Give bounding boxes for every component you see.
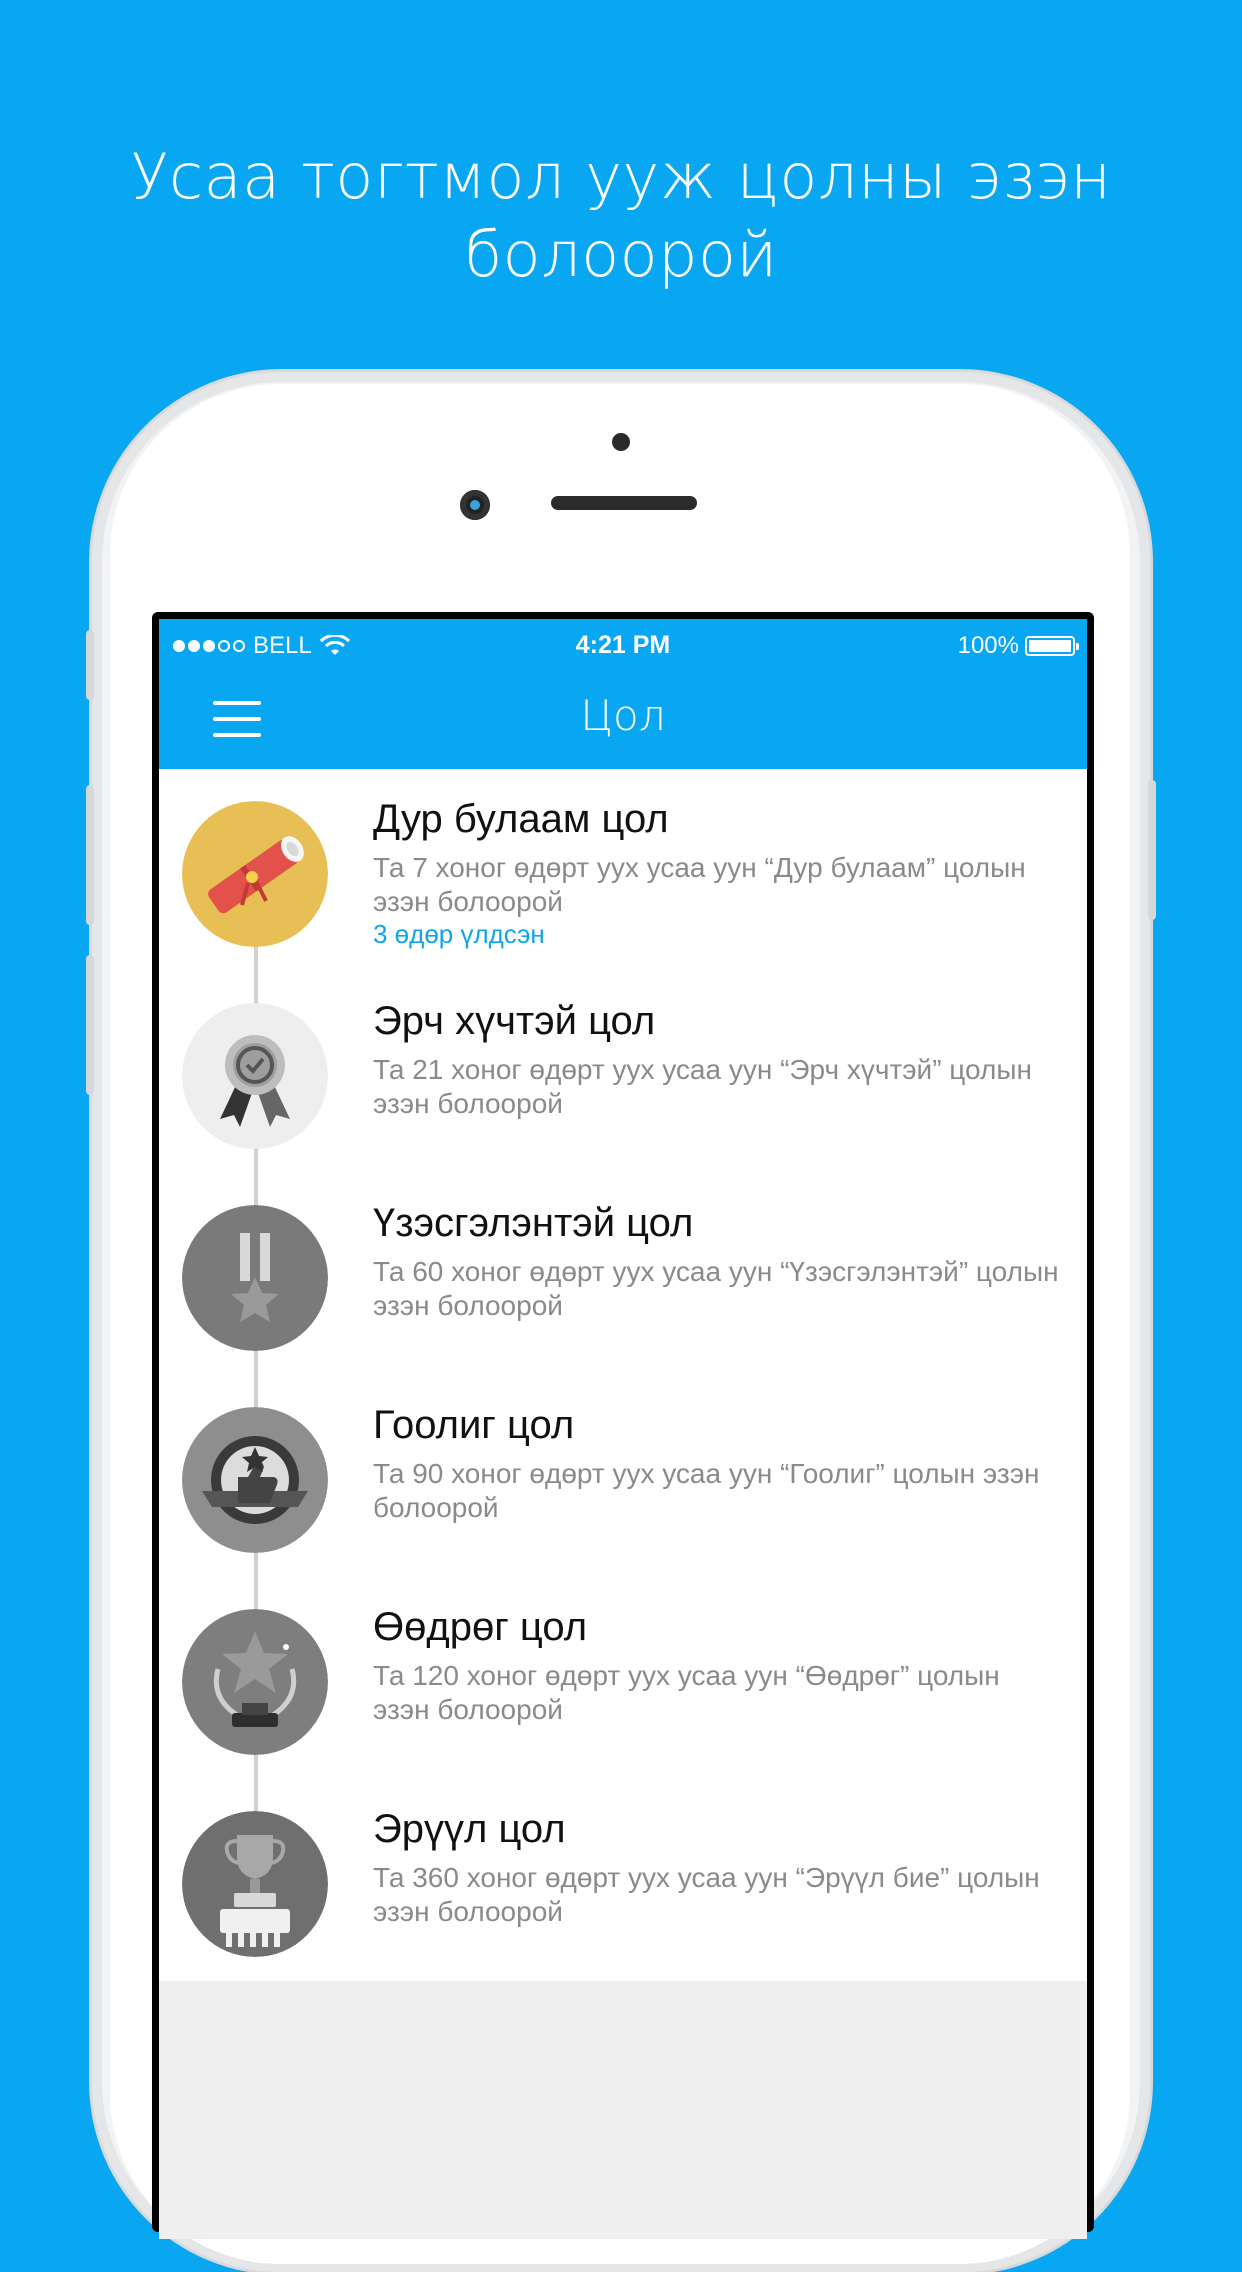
- battery-icon: [1025, 636, 1079, 656]
- promo-headline: Усаа тогтмол ууж цолны эзэн болоорой: [0, 138, 1242, 294]
- proximity-sensor: [612, 433, 630, 451]
- scroll-diploma-icon: [182, 801, 328, 947]
- star-medal-icon: [182, 1205, 328, 1351]
- app-screen: BELL 4:21 PM 100% Цол Дур булаам цол Та …: [159, 619, 1087, 2239]
- list-item[interactable]: Эрч хүчтэй цол Та 21 хоног өдөрт уух уса…: [159, 971, 1087, 1173]
- title-name: Дур булаам цол: [373, 797, 669, 841]
- titles-list: Дур булаам цол Та 7 хоног өдөрт уух усаа…: [159, 769, 1087, 1981]
- page-title: Цол: [580, 691, 666, 740]
- list-item[interactable]: Өөдрөг цол Та 120 хоног өдөрт уух усаа у…: [159, 1577, 1087, 1779]
- title-description: Та 90 хоног өдөрт уух усаа уун “Гоолиг” …: [373, 1458, 1040, 1523]
- battery-percent: 100%: [957, 632, 1019, 659]
- status-time: 4:21 PM: [575, 631, 671, 659]
- trophy-cup-icon: [182, 1811, 328, 1957]
- thumbs-up-badge-icon: [182, 1407, 328, 1553]
- title-description: Та 60 хоног өдөрт уух усаа уун “Үзэсгэлэ…: [373, 1256, 1059, 1321]
- front-camera-icon: [460, 490, 490, 520]
- laurel-star-trophy-icon: [182, 1609, 328, 1755]
- earpiece-speaker: [551, 496, 697, 510]
- promo-headline-line-2: болоорой: [464, 218, 778, 291]
- title-name: Өөдрөг цол: [373, 1605, 588, 1649]
- promo-headline-line-1: Усаа тогтмол ууж цолны эзэн: [130, 140, 1112, 213]
- status-right: 100%: [957, 632, 1079, 660]
- title-name: Эрч хүчтэй цол: [373, 999, 656, 1043]
- phone-screen: BELL 4:21 PM 100% Цол Дур булаам цол Та …: [152, 612, 1094, 2239]
- nav-bar: Цол: [159, 669, 1087, 769]
- title-description: Та 120 хоног өдөрт уух усаа уун “Өөдрөг”…: [373, 1660, 1000, 1725]
- title-name: Эрүүл цол: [373, 1807, 566, 1851]
- title-name: Гоолиг цол: [373, 1403, 575, 1447]
- list-item[interactable]: Эрүүл цол Та 360 хоног өдөрт уух усаа уу…: [159, 1779, 1087, 1981]
- list-item[interactable]: Дур булаам цол Та 7 хоног өдөрт уух усаа…: [159, 769, 1087, 971]
- phone-volume-up: [86, 785, 94, 925]
- status-bar: BELL 4:21 PM 100%: [159, 619, 1087, 669]
- title-description: Та 21 хоног өдөрт уух усаа уун “Эрч хүчт…: [373, 1054, 1032, 1119]
- title-name: Үзэсгэлэнтэй цол: [373, 1201, 694, 1245]
- phone-power-button: [1148, 780, 1156, 920]
- list-item[interactable]: Үзэсгэлэнтэй цол Та 60 хоног өдөрт уух у…: [159, 1173, 1087, 1375]
- phone-mute-switch: [86, 630, 94, 700]
- title-description: Та 360 хоног өдөрт уух усаа уун “Эрүүл б…: [373, 1862, 1040, 1927]
- title-description: Та 7 хоног өдөрт уух усаа уун “Дур булаа…: [373, 852, 1026, 917]
- phone-volume-down: [86, 955, 94, 1095]
- list-item[interactable]: Гоолиг цол Та 90 хоног өдөрт уух усаа уу…: [159, 1375, 1087, 1577]
- award-ribbon-icon: [182, 1003, 328, 1149]
- days-remaining-status: 3 өдөр үлдсэн: [373, 919, 545, 949]
